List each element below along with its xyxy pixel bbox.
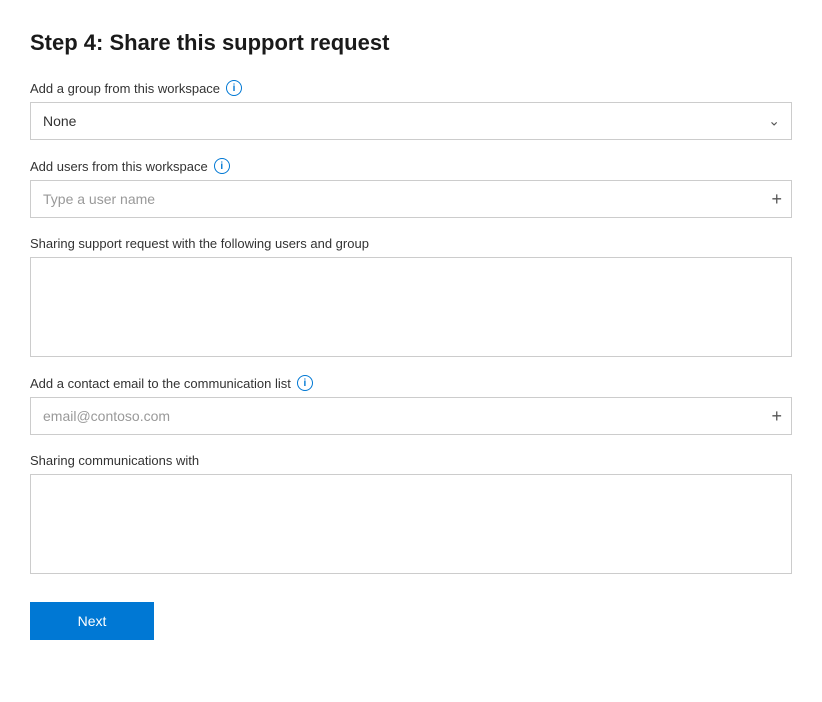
- group-label-text: Add a group from this workspace: [30, 81, 220, 96]
- group-section: Add a group from this workspace i None ⌄: [30, 80, 792, 140]
- users-label-text: Add users from this workspace: [30, 159, 208, 174]
- group-section-label: Add a group from this workspace i: [30, 80, 792, 96]
- email-label-text: Add a contact email to the communication…: [30, 376, 291, 391]
- sharing-comms-label: Sharing communications with: [30, 453, 792, 468]
- sharing-users-content: [31, 258, 791, 356]
- sharing-comms-box: [30, 474, 792, 574]
- add-user-icon[interactable]: +: [771, 190, 782, 208]
- users-info-icon[interactable]: i: [214, 158, 230, 174]
- sharing-comms-content: [31, 475, 791, 573]
- page-title: Step 4: Share this support request: [30, 30, 792, 56]
- sharing-users-section: Sharing support request with the followi…: [30, 236, 792, 357]
- users-section-label: Add users from this workspace i: [30, 158, 792, 174]
- add-email-icon[interactable]: +: [771, 407, 782, 425]
- email-section-label: Add a contact email to the communication…: [30, 375, 792, 391]
- sharing-users-label: Sharing support request with the followi…: [30, 236, 792, 251]
- sharing-users-box: [30, 257, 792, 357]
- group-dropdown[interactable]: None: [30, 102, 792, 140]
- sharing-comms-label-text: Sharing communications with: [30, 453, 199, 468]
- group-dropdown-wrapper: None ⌄: [30, 102, 792, 140]
- footer: Next: [30, 592, 792, 640]
- email-input-wrapper: +: [30, 397, 792, 435]
- users-search-input[interactable]: [30, 180, 792, 218]
- email-section: Add a contact email to the communication…: [30, 375, 792, 435]
- users-section: Add users from this workspace i +: [30, 158, 792, 218]
- users-input-wrapper: +: [30, 180, 792, 218]
- email-input[interactable]: [30, 397, 792, 435]
- sharing-comms-section: Sharing communications with: [30, 453, 792, 574]
- email-info-icon[interactable]: i: [297, 375, 313, 391]
- group-info-icon[interactable]: i: [226, 80, 242, 96]
- next-button[interactable]: Next: [30, 602, 154, 640]
- sharing-users-label-text: Sharing support request with the followi…: [30, 236, 369, 251]
